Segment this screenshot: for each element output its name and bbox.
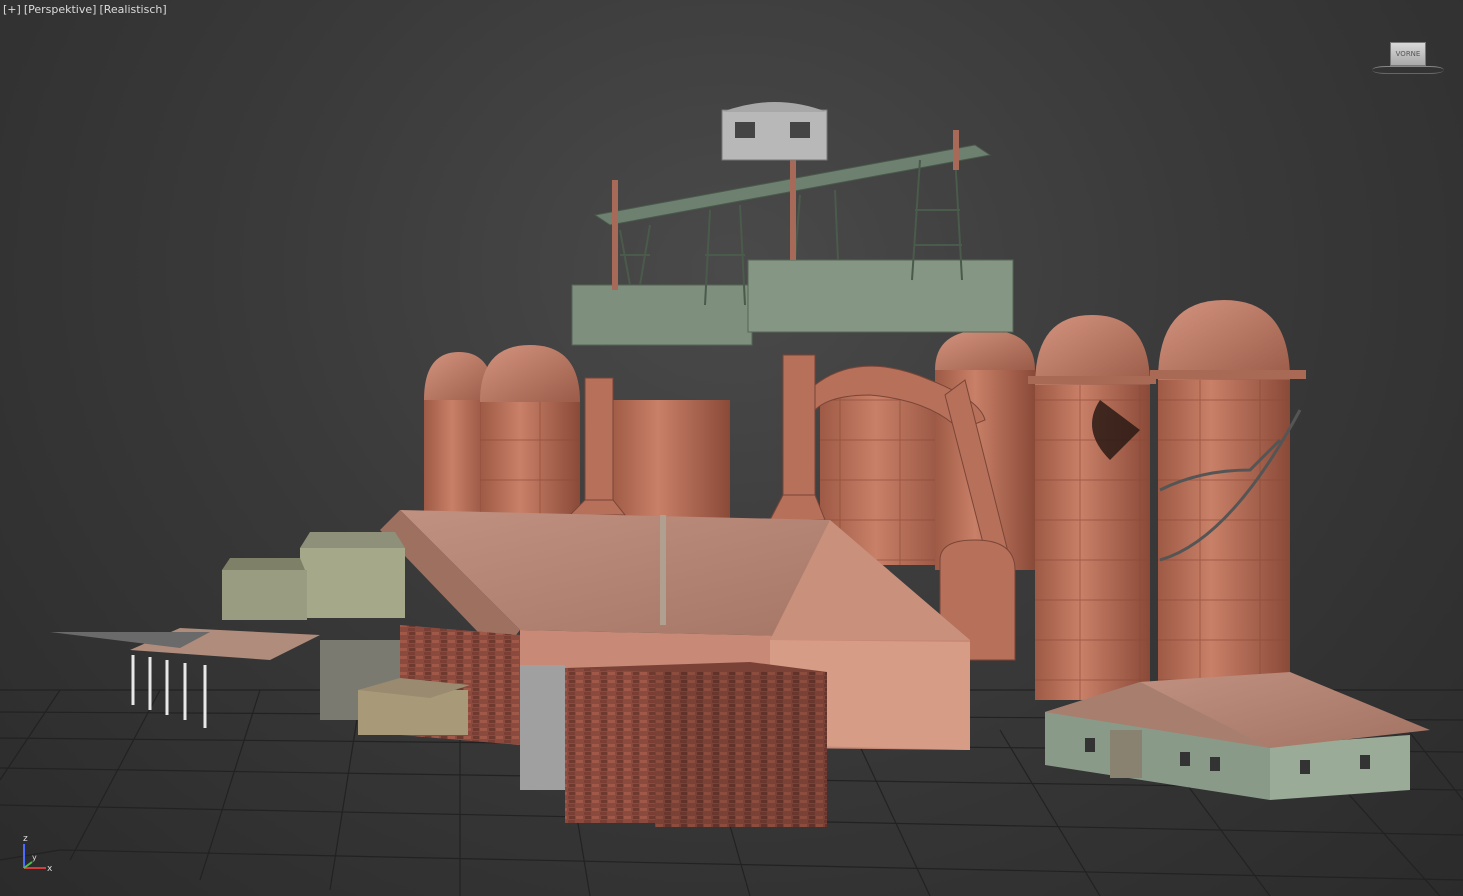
viewport-plus-menu[interactable]: [+] <box>3 3 21 16</box>
viewport-perspective[interactable]: [+] [Perspektive] [Realistisch] VORNE z … <box>0 0 1463 896</box>
axis-label-y: y <box>32 853 37 862</box>
scene <box>0 102 1463 896</box>
viewport-view-menu[interactable]: [Perspektive] <box>24 3 97 16</box>
axis-tripod: z x y <box>23 834 53 874</box>
viewcube-front-face[interactable]: VORNE <box>1390 42 1426 66</box>
axis-label-z: z <box>23 834 28 844</box>
silo-back-2 <box>480 345 580 520</box>
viewport-shading-menu[interactable]: [Realistisch] <box>99 3 166 16</box>
viewcube[interactable]: VORNE <box>1368 38 1448 78</box>
viewcube-compass-ring[interactable] <box>1372 66 1444 74</box>
silo-right-2 <box>1150 300 1306 705</box>
axis-label-x: x <box>47 864 53 874</box>
brick-block <box>520 662 827 827</box>
gantry <box>571 102 1014 346</box>
silo-right-1 <box>1028 315 1156 700</box>
viewport-label-menu[interactable]: [+] [Perspektive] [Realistisch] <box>3 3 167 16</box>
